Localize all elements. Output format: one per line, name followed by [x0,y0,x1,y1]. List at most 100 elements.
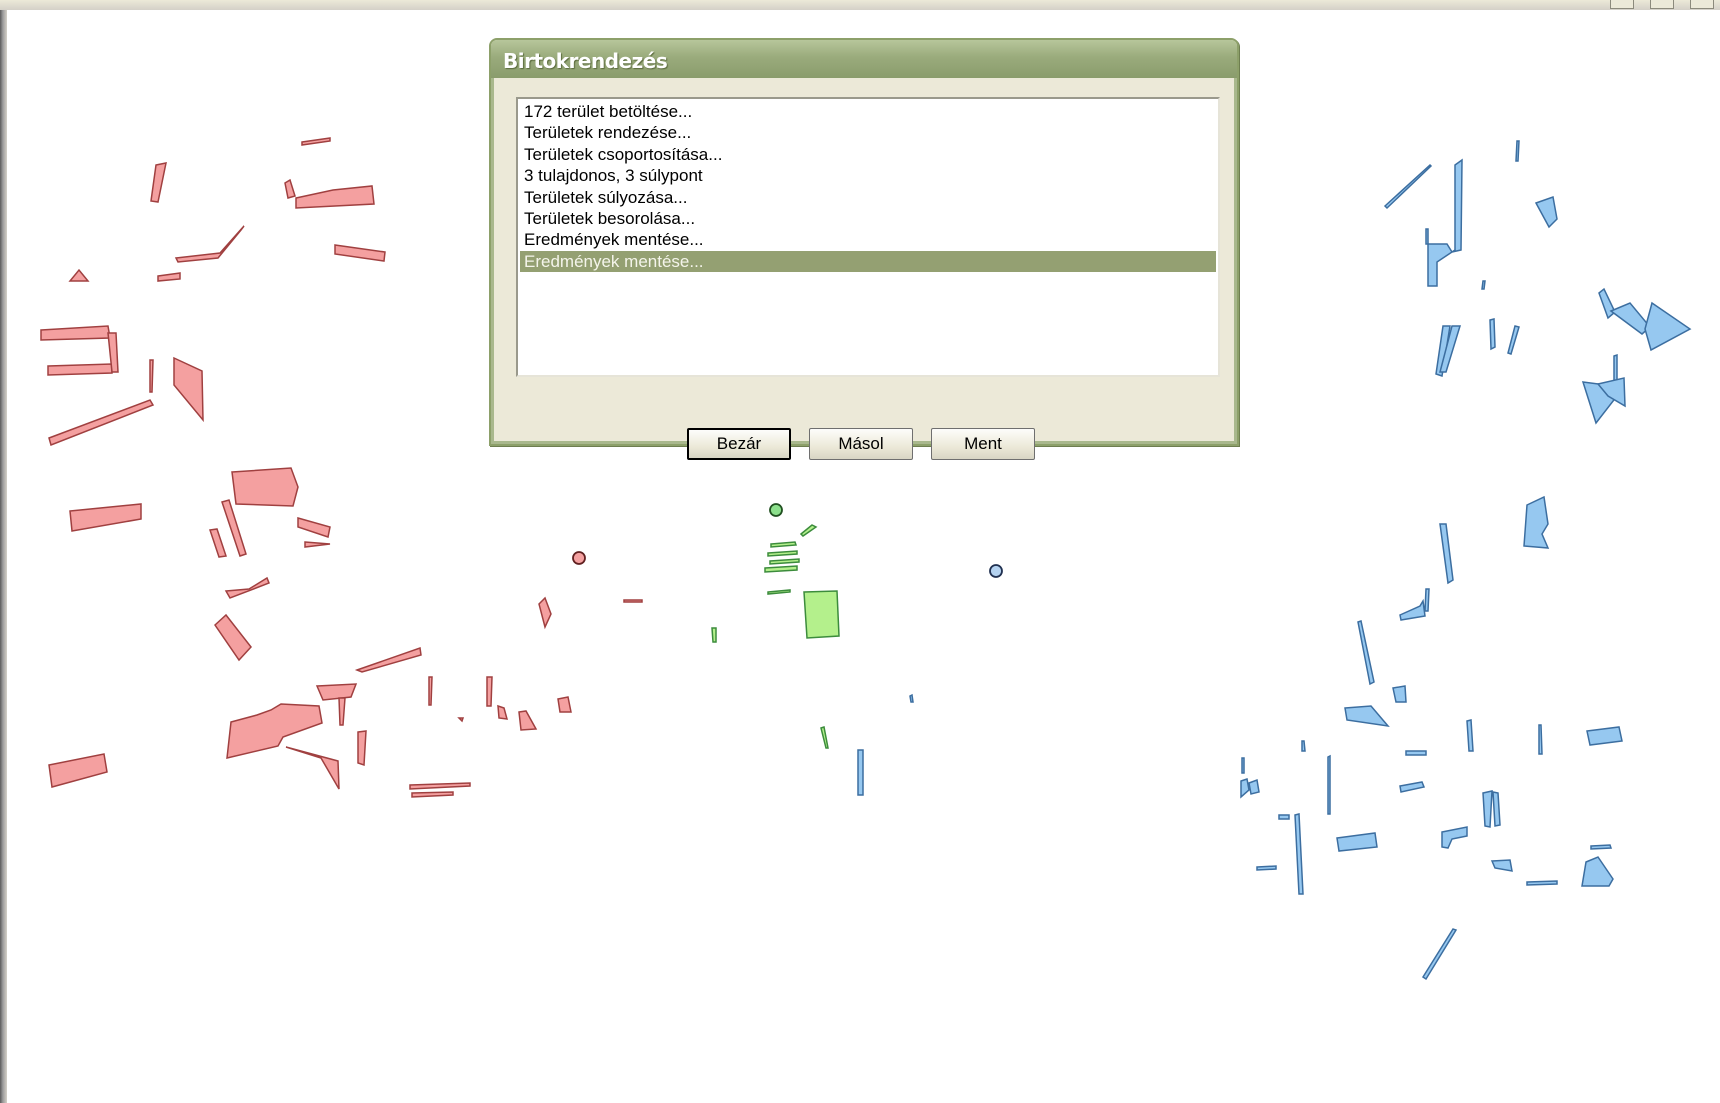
parcel [457,717,465,723]
parcel [1439,523,1454,585]
parcel [1590,844,1613,850]
parcel [411,791,454,798]
log-listbox[interactable]: 172 terület betöltése... Területek rende… [516,97,1220,377]
parcel [409,782,471,790]
log-item[interactable]: Eredmények mentése... [520,229,1216,250]
parcel [857,749,864,796]
parcel [1598,287,1616,320]
parcel [1441,826,1468,849]
parcel [301,137,331,146]
parcel [1534,195,1558,229]
log-item[interactable]: Területek rendezése... [520,122,1216,143]
parcel [799,524,818,537]
dialog-title-bar[interactable]: Birtokrendezés [491,40,1237,78]
parcel [1613,353,1618,383]
parcel [315,683,358,701]
parcel [557,696,572,713]
parcel [174,225,245,263]
parcel [497,704,509,720]
parcel [1248,778,1260,795]
parcel [214,613,252,662]
parcel [150,162,167,203]
owner-2-parcels [711,524,840,749]
parcel [209,528,227,558]
parcel [1424,588,1430,612]
copy-button[interactable]: Másol [809,428,913,460]
parcel [1399,598,1426,621]
parcel [1427,158,1463,287]
parcel [1515,140,1520,162]
parcel [1256,865,1277,871]
parcel [284,178,296,199]
dialog-body: 172 terület betöltése... Területek rende… [491,78,1237,460]
parcel [68,268,90,282]
parcel [1507,325,1520,355]
centroid-owner-1 [572,551,586,565]
parcel [518,710,538,731]
parcel [486,676,493,707]
parcel [1240,778,1250,799]
log-item-selected[interactable]: Eredmények mentése... [520,250,1216,273]
parcel [711,627,717,643]
parcel [1581,856,1614,887]
log-item[interactable]: 172 terület betöltése... [520,101,1216,122]
parcel [1405,750,1427,756]
log-item[interactable]: Területek súlyozása... [520,187,1216,208]
parcel [1399,781,1426,793]
parcel [767,589,791,595]
parcel [623,599,643,603]
parcel [338,697,346,726]
parcel [47,363,113,376]
parcel [149,359,154,393]
parcel [769,558,800,565]
parcel [295,185,375,209]
parcel [1526,880,1558,886]
minimize-button[interactable] [1610,0,1634,9]
log-item[interactable]: 3 tulajdonos, 3 súlypont [520,165,1216,186]
parcel [1301,740,1306,752]
parcel [226,703,323,759]
parcel [770,541,798,548]
parcel [428,676,433,706]
parcel [304,541,331,548]
parcel [803,590,840,639]
parcel [1336,832,1378,852]
parcel [1586,726,1623,746]
parcel [1241,757,1245,774]
parcel [1421,928,1458,981]
close-button[interactable]: Bezár [687,428,791,460]
parcel [48,753,108,788]
log-item[interactable]: Területek besorolása... [520,208,1216,229]
parcel [1344,705,1390,728]
parcel [48,399,155,446]
close-window-button[interactable] [1690,0,1714,9]
parcel [354,646,422,673]
parcel [764,565,798,573]
birtokrendezes-dialog: Birtokrendezés 172 terület betöltése... … [489,38,1239,460]
parcel [909,693,914,703]
parcel [1523,495,1550,549]
parcel [1383,163,1433,210]
parcel [1425,228,1429,245]
parcel [40,325,111,341]
log-item[interactable]: Területek csoportosítása... [520,144,1216,165]
parcel [820,726,829,749]
parcel [1538,724,1543,755]
window-left-border [0,10,7,1103]
parcel [357,730,367,767]
parcel [1644,301,1692,352]
parcel [1609,302,1652,335]
maximize-button[interactable] [1650,0,1674,9]
save-button[interactable]: Ment [931,428,1035,460]
parcel [538,596,552,630]
parcel [69,503,142,532]
parcel [285,746,340,790]
parcel [1294,813,1304,895]
parcel [173,356,204,423]
parcel [334,244,386,262]
centroid-owner-3 [989,564,1003,578]
parcel [1489,318,1496,351]
parcel [1482,790,1493,828]
parcel [1327,754,1331,815]
parcel [224,576,270,599]
